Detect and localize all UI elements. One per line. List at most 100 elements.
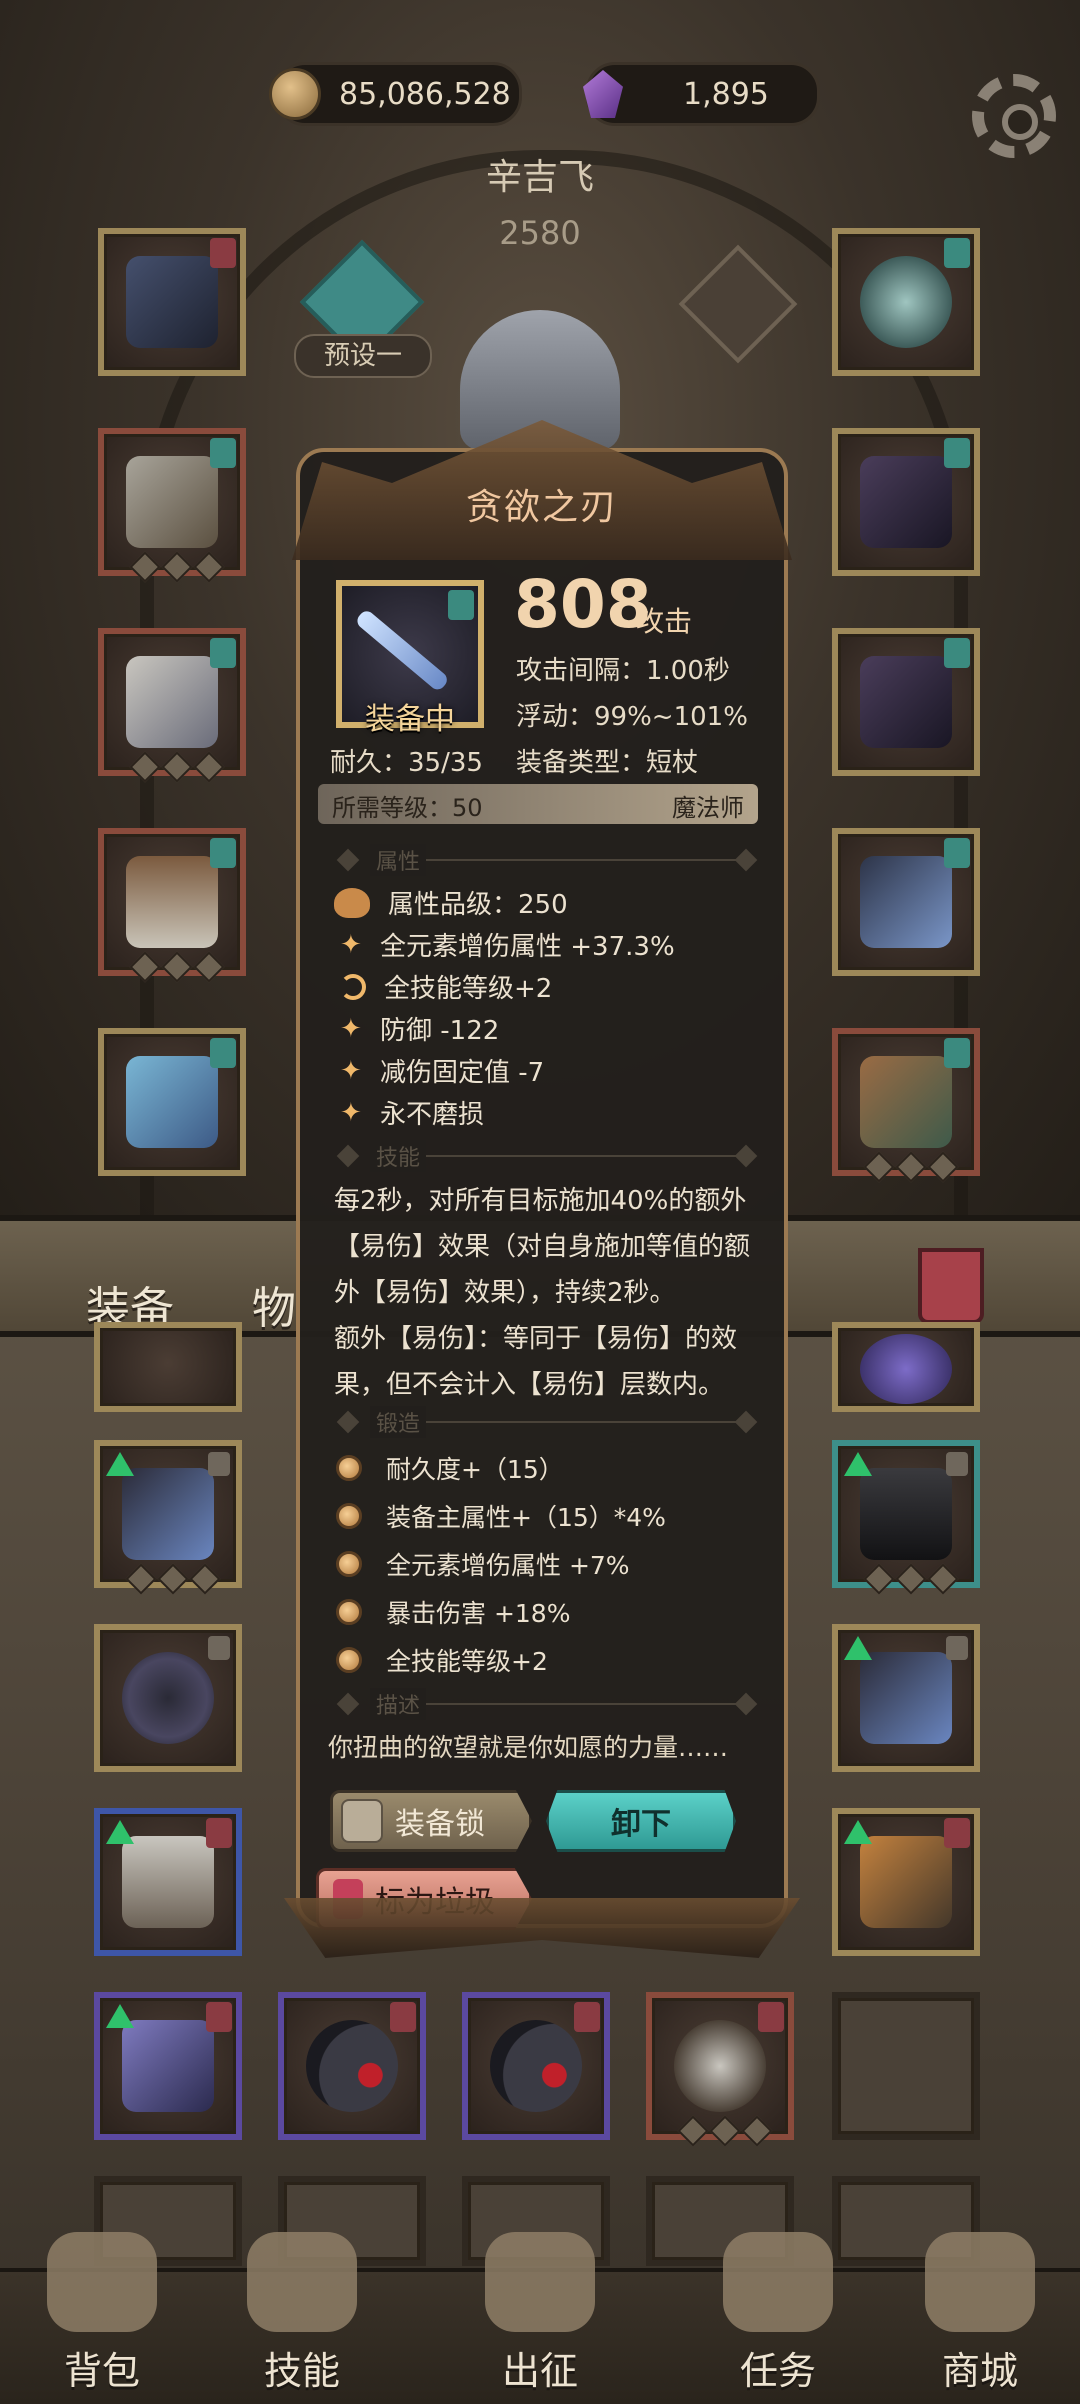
equipped-label: 装备中 bbox=[365, 702, 455, 737]
equip-slot-head[interactable] bbox=[98, 228, 246, 376]
socket-row bbox=[129, 551, 225, 583]
tab-items[interactable]: 物 bbox=[252, 1272, 296, 1336]
float-range: 浮动：99%~101% bbox=[516, 702, 748, 732]
attribute-text: 防御 -122 bbox=[380, 1016, 500, 1046]
gold-counter: 85,086,528 bbox=[269, 62, 522, 126]
bag-slot[interactable] bbox=[94, 1992, 242, 2140]
bag-slot[interactable] bbox=[832, 1808, 980, 1956]
forge-bead-icon bbox=[336, 1455, 362, 1481]
lock-icon bbox=[208, 1452, 230, 1476]
section-label: 技能 bbox=[370, 1140, 427, 1172]
character-level: 2580 bbox=[499, 214, 581, 252]
attack-label: 攻击 bbox=[636, 605, 693, 638]
tier-badge bbox=[944, 1818, 970, 1848]
forge-text: 装备主属性+（15）*4% bbox=[386, 1503, 666, 1532]
lock-icon bbox=[946, 1636, 968, 1660]
equip-slot-offhand[interactable] bbox=[832, 1028, 980, 1183]
bag-slot[interactable] bbox=[832, 1440, 980, 1595]
bag-slot[interactable] bbox=[462, 1992, 610, 2140]
skill-book-icon bbox=[247, 2232, 357, 2332]
equipment-lock-button[interactable]: 装备锁 bbox=[330, 1790, 532, 1852]
shop-crown-icon bbox=[925, 2232, 1035, 2332]
forge-row: 全元素增伤属性 +7% bbox=[336, 1546, 630, 1582]
nav-quests[interactable]: 任务 bbox=[698, 2232, 858, 2400]
button-label: 装备锁 bbox=[395, 1807, 485, 1842]
lock-icon bbox=[946, 1452, 968, 1476]
boots-icon bbox=[126, 1056, 218, 1148]
bag-slot[interactable] bbox=[94, 1322, 242, 1412]
sparkle-icon: ✦ bbox=[340, 1097, 362, 1128]
required-class: 魔法师 bbox=[672, 794, 744, 822]
attribute-text: 减伤固定值 -7 bbox=[380, 1058, 545, 1088]
armor-icon bbox=[126, 456, 218, 548]
skill-line: 果，但不会计入【易伤】层数内。 bbox=[334, 1370, 725, 1400]
bag-slot-empty[interactable] bbox=[832, 1992, 980, 2140]
attribute-text: 全技能等级+2 bbox=[384, 974, 553, 1004]
upgrade-arrow-icon bbox=[844, 1636, 872, 1660]
bag-slot[interactable] bbox=[94, 1808, 242, 1956]
sparkle-icon: ✦ bbox=[340, 929, 362, 960]
socket-row bbox=[677, 2115, 773, 2147]
gold-value: 85,086,528 bbox=[339, 76, 511, 112]
equip-slot-weapon[interactable] bbox=[832, 828, 980, 976]
tier-badge bbox=[390, 2002, 416, 2032]
staff-icon bbox=[122, 1468, 214, 1560]
forge-row: 耐久度+（15） bbox=[336, 1450, 564, 1486]
attack-value: 808 bbox=[514, 566, 652, 643]
bag-slot[interactable] bbox=[646, 1992, 794, 2147]
tier-badge bbox=[758, 2002, 784, 2032]
bag-slot[interactable] bbox=[94, 1440, 242, 1595]
blade-icon bbox=[354, 608, 451, 693]
preset-button[interactable]: 预设一 bbox=[294, 334, 432, 378]
bag-slot[interactable] bbox=[94, 1624, 242, 1772]
gear-icon[interactable] bbox=[972, 74, 1056, 158]
equip-slot-claw-2[interactable] bbox=[832, 628, 980, 776]
bag-slot[interactable] bbox=[278, 1992, 426, 2140]
claw-icon bbox=[860, 656, 952, 748]
section-label: 锻造 bbox=[370, 1406, 427, 1438]
skill-line: 外【易伤】效果），持续2秒。 bbox=[334, 1278, 676, 1308]
equip-slot-armor[interactable] bbox=[98, 428, 246, 583]
bag-slot[interactable] bbox=[832, 1624, 980, 1772]
equip-slot-amulet[interactable] bbox=[832, 228, 980, 376]
pants-icon bbox=[126, 856, 218, 948]
ring-icon bbox=[306, 2020, 398, 2112]
equip-slot-gloves[interactable] bbox=[98, 628, 246, 783]
equip-slot-boots[interactable] bbox=[98, 1028, 246, 1176]
attribute-text: 永不磨损 bbox=[380, 1100, 485, 1130]
unequip-button[interactable]: 卸下 bbox=[546, 1790, 736, 1852]
nav-skills[interactable]: 技能 bbox=[222, 2232, 382, 2400]
socket-row bbox=[129, 951, 225, 983]
bag-slot[interactable] bbox=[832, 1322, 980, 1412]
equip-slot-claw-1[interactable] bbox=[832, 428, 980, 576]
durability: 耐久：35/35 bbox=[330, 748, 483, 778]
nav-shop[interactable]: 商城 bbox=[900, 2232, 1060, 2400]
item-name: 贪欲之刃 bbox=[465, 487, 618, 528]
refresh-icon bbox=[340, 973, 366, 1000]
blade-icon bbox=[860, 856, 952, 948]
ring-icon bbox=[490, 2020, 582, 2112]
skill-header: 技能 bbox=[322, 1140, 762, 1172]
gem-value: 1,895 bbox=[683, 76, 769, 112]
attribute-row: ✦ 防御 -122 bbox=[340, 1010, 499, 1047]
spear-icon bbox=[860, 1836, 952, 1928]
nav-battle[interactable]: 出征 bbox=[460, 2232, 620, 2400]
gem-counter: 1,895 bbox=[583, 62, 820, 126]
forge-bead-icon bbox=[336, 1647, 362, 1673]
amulet-icon bbox=[674, 2020, 766, 2112]
chain-icon bbox=[122, 1652, 214, 1744]
trash-icon[interactable] bbox=[918, 1248, 984, 1324]
nav-backpack[interactable]: 背包 bbox=[22, 2232, 182, 2400]
equip-slot-pants[interactable] bbox=[98, 828, 246, 983]
tier-badge bbox=[944, 1038, 970, 1068]
attribute-text: 属性品级：250 bbox=[388, 890, 568, 920]
socket-row bbox=[129, 751, 225, 783]
attributes-header: 属性 bbox=[322, 844, 762, 876]
sword-icon bbox=[485, 2232, 595, 2332]
attribute-row: ✦ 永不磨损 bbox=[340, 1094, 484, 1131]
amulet-icon bbox=[860, 256, 952, 348]
attribute-row: 属性品级：250 bbox=[334, 884, 568, 921]
backpack-icon bbox=[47, 2232, 157, 2332]
tier-badge bbox=[944, 438, 970, 468]
attribute-row: 全技能等级+2 bbox=[340, 968, 552, 1005]
